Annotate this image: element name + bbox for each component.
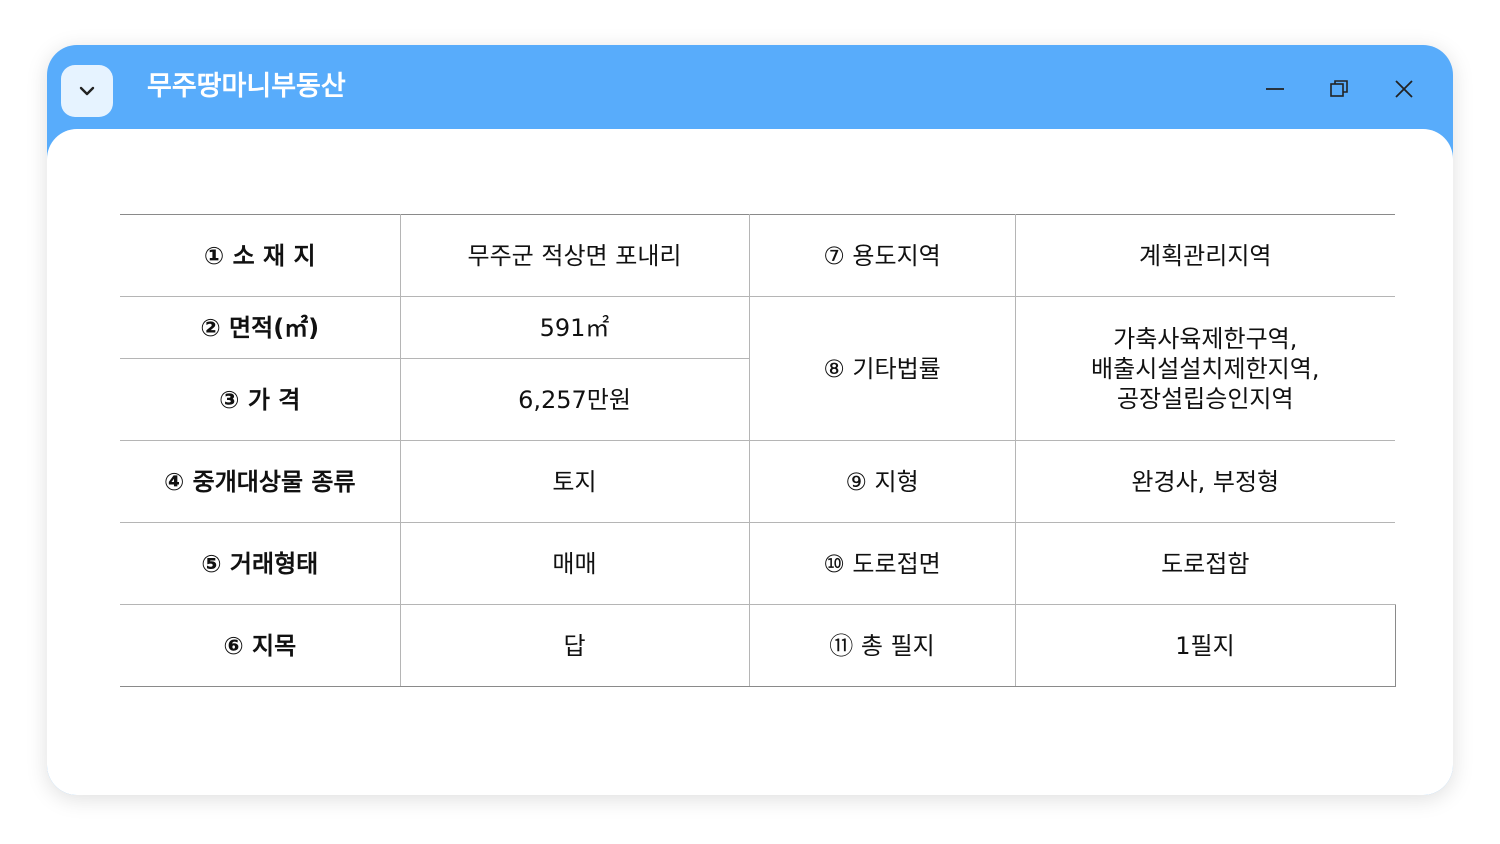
price-label: ③ 가 격 — [120, 358, 401, 441]
price-value: 6,257만원 — [399, 358, 750, 441]
other-laws-value: 가축사육제한구역, 배출시설설치제한지역, 공장설립승인지역 — [1014, 296, 1395, 441]
zoning-label: ⑦ 용도지역 — [748, 214, 1016, 297]
terrain-label: ⑨ 지형 — [748, 440, 1016, 523]
land-category-value: 답 — [399, 604, 750, 687]
deal-type-value: 매매 — [399, 522, 750, 605]
property-type-label: ④ 중개대상물 종류 — [120, 440, 401, 523]
close-icon — [1395, 80, 1413, 98]
window-title: 무주땅마니부동산 — [147, 71, 346, 102]
parcels-label: ⑪ 총 필지 — [748, 604, 1016, 687]
menu-toggle-button[interactable] — [61, 65, 113, 117]
table-row: ⑥ 지목 답 ⑪ 총 필지 1필지 — [120, 604, 1396, 687]
other-laws-label: ⑧ 기타법률 — [748, 296, 1016, 441]
app-window: 무주땅마니부동산 ① 소 재 지 무주군 적상면 포내리 ⑦ 용도지역 계획관리… — [47, 45, 1453, 795]
chevron-down-icon — [79, 86, 95, 96]
location-value: 무주군 적상면 포내리 — [399, 214, 750, 297]
land-category-label: ⑥ 지목 — [120, 604, 401, 687]
deal-type-label: ⑤ 거래형태 — [120, 522, 401, 605]
zoning-value: 계획관리지역 — [1014, 214, 1395, 297]
minimize-icon — [1266, 88, 1284, 90]
table-row: ⑤ 거래형태 매매 ⑩ 도로접면 도로접함 — [120, 522, 1395, 605]
area-value: 591㎡ — [399, 296, 750, 359]
restore-icon — [1330, 80, 1348, 97]
parcels-value: 1필지 — [1014, 604, 1396, 687]
terrain-value: 완경사, 부정형 — [1014, 440, 1395, 523]
road-label: ⑩ 도로접면 — [748, 522, 1016, 605]
other-laws-line: 가축사육제한구역, — [1113, 324, 1298, 353]
title-bar: 무주땅마니부동산 — [47, 45, 1453, 129]
table-row: ④ 중개대상물 종류 토지 ⑨ 지형 완경사, 부정형 — [120, 440, 1395, 523]
location-label: ① 소 재 지 — [120, 214, 401, 297]
road-value: 도로접함 — [1014, 522, 1395, 605]
area-label: ② 면적(㎡) — [120, 296, 401, 359]
content-area: ① 소 재 지 무주군 적상면 포내리 ⑦ 용도지역 계획관리지역 ② 면적(㎡… — [47, 129, 1453, 795]
property-type-value: 토지 — [399, 440, 750, 523]
other-laws-line: 공장설립승인지역 — [1116, 384, 1294, 413]
close-button[interactable] — [1384, 69, 1424, 109]
minimize-button[interactable] — [1255, 69, 1295, 109]
property-info-table: ① 소 재 지 무주군 적상면 포내리 ⑦ 용도지역 계획관리지역 ② 면적(㎡… — [120, 214, 1396, 687]
other-laws-line: 배출시설설치제한지역, — [1091, 354, 1320, 383]
restore-button[interactable] — [1319, 69, 1359, 109]
table-row: ② 면적(㎡) 591㎡ ⑧ 기타법률 가축사육제한구역, 배출시설설치제한지역… — [120, 296, 1395, 441]
table-row: ① 소 재 지 무주군 적상면 포내리 ⑦ 용도지역 계획관리지역 — [120, 214, 1395, 297]
